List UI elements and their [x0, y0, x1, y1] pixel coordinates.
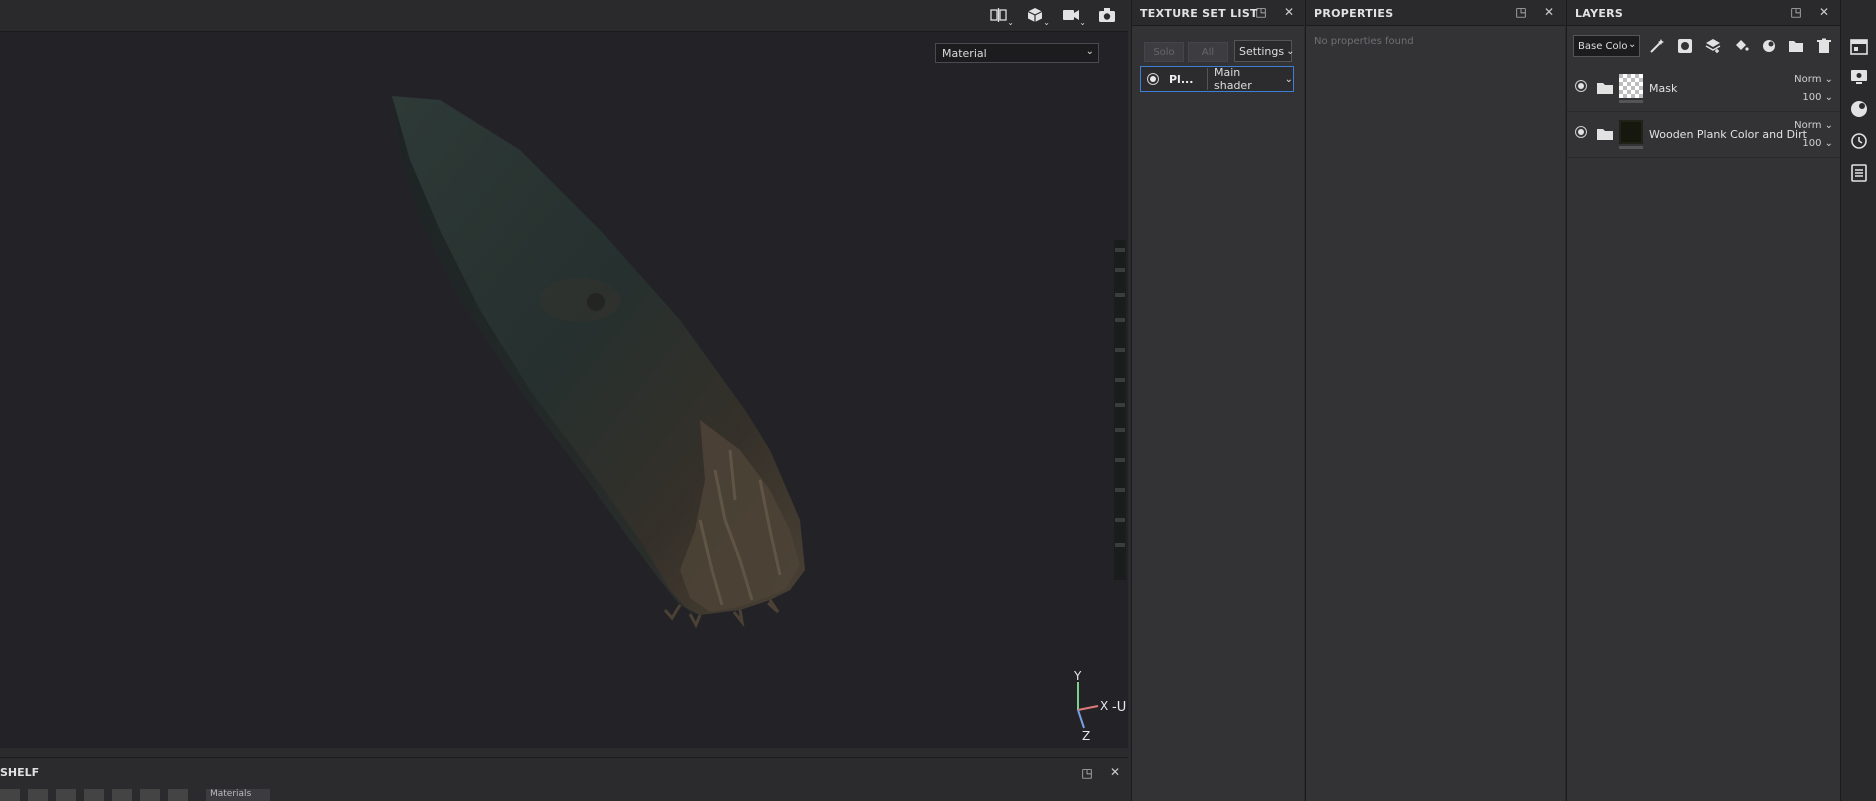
- opacity-select[interactable]: 100 ⌄: [1802, 138, 1833, 149]
- magic-wand-icon[interactable]: [1646, 35, 1668, 57]
- visibility-eye-icon[interactable]: [1575, 80, 1587, 92]
- panel-title: LAYERS: [1575, 7, 1624, 20]
- add-mask-icon[interactable]: [1674, 35, 1696, 57]
- axis-z-label: Z: [1082, 729, 1090, 742]
- texture-set-row[interactable]: Pl... Main shader ⌄: [1140, 66, 1294, 92]
- opacity-value: 100: [1802, 92, 1822, 103]
- shader-settings-icon[interactable]: [1850, 100, 1868, 118]
- blend-mode-label: Norm: [1794, 120, 1822, 131]
- thumbnail-bar: [1619, 146, 1643, 149]
- shader-label: Main shader: [1214, 66, 1252, 92]
- panel-header: PROPERTIES ◳ ✕: [1306, 0, 1565, 26]
- layer-name[interactable]: Wooden Plank Color and Dirt: [1649, 128, 1807, 141]
- add-folder-icon[interactable]: [1785, 35, 1807, 57]
- folder-icon[interactable]: [1597, 82, 1613, 94]
- folder-icon[interactable]: [1597, 128, 1613, 140]
- import-icon[interactable]: [112, 789, 132, 801]
- chevron-down-icon: ⌄: [1284, 73, 1293, 85]
- hide-icon[interactable]: [84, 789, 104, 801]
- close-icon[interactable]: ✕: [1817, 5, 1831, 19]
- undock-icon[interactable]: ◳: [1254, 5, 1268, 19]
- layer-row-wooden-plank[interactable]: Wooden Plank Color and Dirt Norm ⌄ 100 ⌄: [1567, 114, 1841, 158]
- history-icon[interactable]: [1850, 132, 1868, 150]
- layer-thumbnail: [1619, 120, 1643, 144]
- add-fill-layer-icon[interactable]: [1730, 35, 1752, 57]
- delete-icon[interactable]: [1813, 35, 1835, 57]
- channel-label: Base Colo: [1578, 40, 1628, 52]
- close-icon[interactable]: ✕: [1108, 765, 1122, 779]
- panel-title: TEXTURE SET LIST: [1140, 7, 1258, 20]
- axis-u-label: -U: [1112, 700, 1127, 715]
- close-icon[interactable]: ✕: [1282, 5, 1296, 19]
- texture-set-radio[interactable]: [1147, 73, 1159, 85]
- fit-icon[interactable]: [28, 789, 48, 801]
- layers-toolbar: Base Colo ⌄: [1573, 34, 1835, 58]
- undock-icon[interactable]: ◳: [1789, 5, 1803, 19]
- display-settings-icon[interactable]: [1850, 38, 1868, 56]
- panel-header: TEXTURE SET LIST ◳ ✕: [1132, 0, 1304, 26]
- undock-icon[interactable]: ◳: [1514, 5, 1528, 19]
- shader-select[interactable]: Main shader ⌄: [1207, 66, 1293, 92]
- layers-panel: LAYERS ◳ ✕ Base Colo ⌄ Mask Norm ⌄ 100 ⌄…: [1566, 0, 1841, 801]
- channel-select[interactable]: Base Colo ⌄: [1573, 35, 1641, 57]
- settings-label: Settings: [1239, 44, 1285, 58]
- axis-x-label: X: [1100, 699, 1108, 713]
- undock-icon[interactable]: ◳: [1080, 766, 1094, 780]
- close-icon[interactable]: ✕: [1542, 5, 1556, 19]
- shelf-title: SHELF: [0, 766, 40, 779]
- log-icon[interactable]: [1850, 164, 1868, 182]
- solo-button[interactable]: Solo: [1144, 42, 1184, 62]
- add-layer-icon[interactable]: [1702, 35, 1724, 57]
- opacity-value: 100: [1802, 138, 1822, 149]
- right-sidebar: [1840, 0, 1876, 801]
- visibility-eye-icon[interactable]: [1575, 126, 1587, 138]
- blend-mode-select[interactable]: Norm ⌄: [1794, 74, 1833, 85]
- empty-properties-text: No properties found: [1314, 36, 1414, 47]
- shelf-tab-materials[interactable]: Materials: [206, 789, 270, 801]
- blend-mode-select[interactable]: Norm ⌄: [1794, 120, 1833, 131]
- chevron-down-icon: ⌄: [1286, 45, 1295, 57]
- save-icon[interactable]: [56, 789, 76, 801]
- search-icon[interactable]: [168, 789, 188, 801]
- settings-dropdown[interactable]: Settings ⌄: [1234, 40, 1295, 62]
- add-effect-icon[interactable]: [1758, 35, 1780, 57]
- layer-row-mask[interactable]: Mask Norm ⌄ 100 ⌄: [1567, 68, 1841, 112]
- shelf-toolbar: [0, 789, 188, 801]
- monitor-settings-icon[interactable]: [1850, 68, 1868, 86]
- properties-panel: PROPERTIES ◳ ✕ No properties found: [1305, 0, 1565, 801]
- viewport-side-strip: [1114, 240, 1126, 580]
- blend-mode-label: Norm: [1794, 74, 1822, 85]
- shelf-panel: SHELF ◳ ✕ Materials: [0, 757, 1128, 801]
- panel-title: PROPERTIES: [1314, 7, 1394, 20]
- texture-set-name: Pl...: [1169, 72, 1194, 86]
- app-root: ⌄ ⌄ ⌄ Material ⌄ Y X Z -U SHELF ◳ ✕ Mate…: [0, 0, 1876, 801]
- opacity-select[interactable]: 100 ⌄: [1802, 92, 1833, 103]
- 3d-model-plank: [392, 96, 805, 629]
- panel-header: LAYERS ◳ ✕: [1567, 0, 1840, 26]
- all-button[interactable]: All: [1188, 42, 1228, 62]
- layer-name[interactable]: Mask: [1649, 82, 1677, 95]
- mask-thumbnail: [1619, 74, 1643, 98]
- filter-icon[interactable]: [140, 789, 160, 801]
- 3d-viewport[interactable]: ⌄ ⌄ ⌄ Material ⌄ Y X Z -U: [0, 0, 1128, 748]
- texture-set-list-panel: TEXTURE SET LIST ◳ ✕ Solo All Settings ⌄…: [1131, 0, 1304, 801]
- folder-icon[interactable]: [0, 789, 20, 801]
- chevron-down-icon: ⌄: [1628, 39, 1637, 50]
- thumbnail-bar: [1619, 100, 1643, 103]
- axis-y-label: Y: [1073, 670, 1082, 683]
